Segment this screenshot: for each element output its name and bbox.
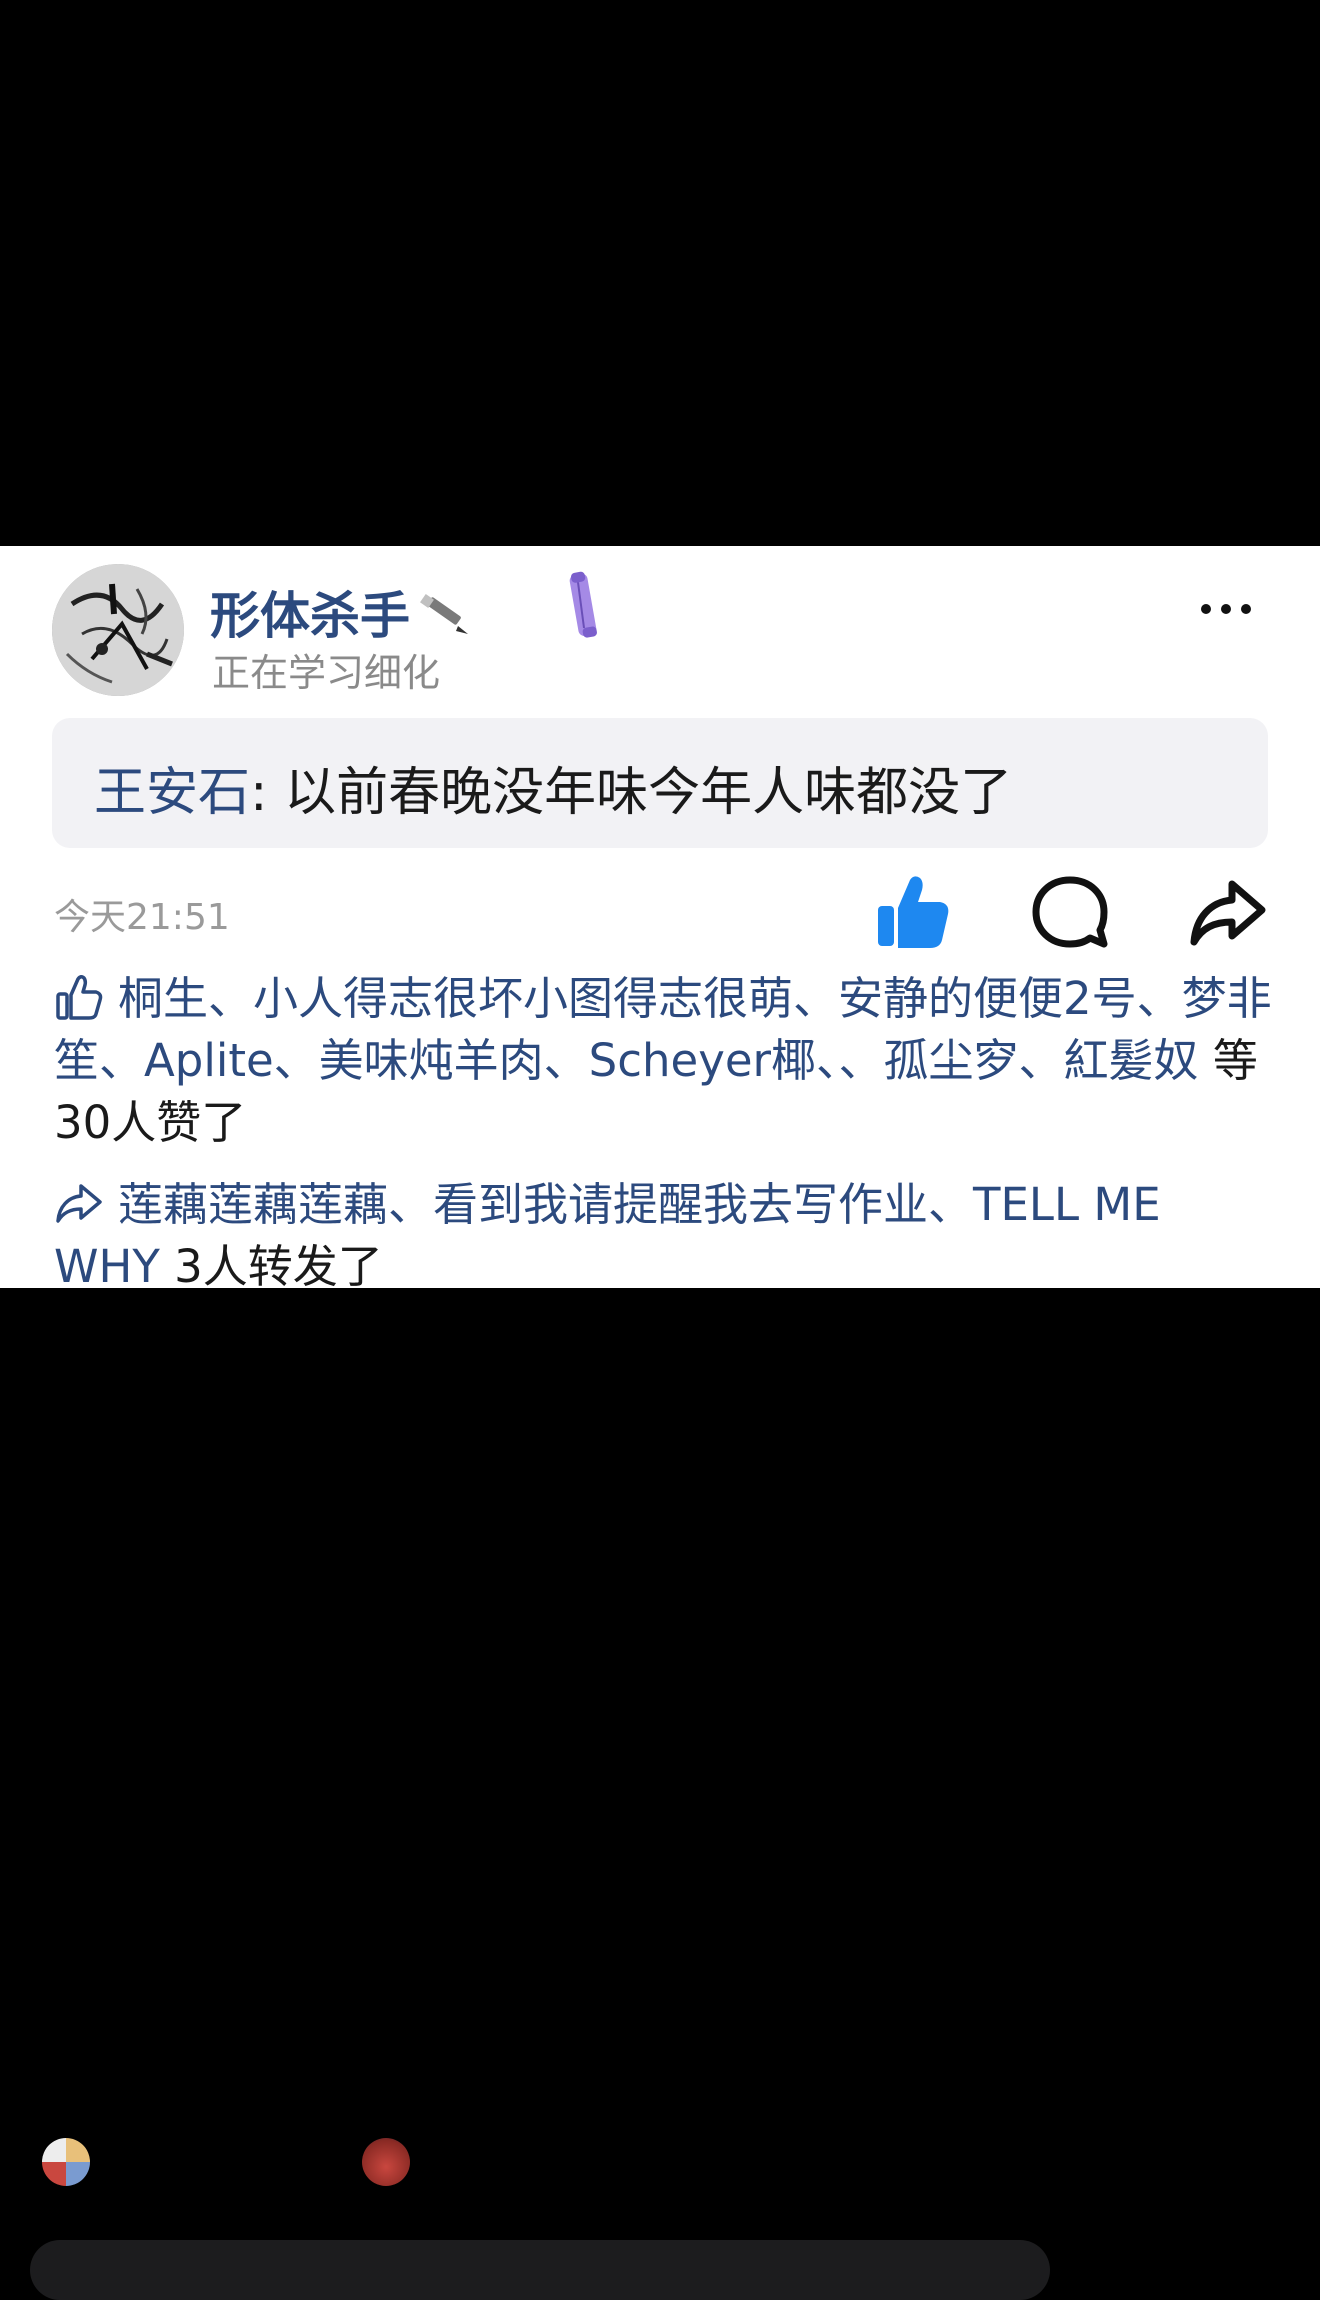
bottom-input-bar[interactable] (30, 2240, 1050, 2300)
share-button[interactable] (1186, 870, 1270, 954)
user-status: 正在学习细化 (212, 651, 441, 695)
post-time: 今天21:51 (54, 897, 230, 938)
comment-icon (1032, 876, 1108, 948)
reposts-list: 莲藕莲藕莲藕、看到我请提醒我去写作业、TELL ME WHY 3人转发了 (54, 1174, 1274, 1298)
quote-line: 王安石: 以前春晚没年味今年人味都没了 (94, 750, 1012, 825)
quote-text: 以前春晚没年味今年人味都没了 (284, 763, 1013, 823)
pencil-icon (420, 586, 472, 638)
purple-badge-icon[interactable] (562, 568, 602, 642)
username[interactable]: 形体杀手 (210, 576, 410, 648)
post-card: 形体杀手 正在学习细化 王安石: 以前春晚没年味今年人味都没了 今天21:51 (0, 546, 1320, 1293)
more-icon[interactable] (1196, 584, 1256, 634)
reposts-count[interactable]: 3人转发了 (174, 1240, 383, 1293)
like-button[interactable] (870, 870, 954, 954)
quote-separator: : (250, 763, 285, 823)
bottom-avatar-1[interactable] (42, 2138, 90, 2186)
quote-block[interactable]: 王安石: 以前春晚没年味今年人味都没了 (52, 718, 1268, 848)
avatar[interactable] (52, 564, 184, 696)
avatar-sketch (52, 564, 184, 696)
thumbs-up-icon (878, 876, 949, 948)
quote-author[interactable]: 王安石 (94, 763, 250, 823)
likes-names[interactable]: 桐生、小人得志很坏小图得志很萌、安静的便便2号、梦非笙、Aplite、美味炖羊肉… (54, 972, 1272, 1087)
share-outline-icon (54, 1178, 104, 1228)
comment-button[interactable] (1028, 870, 1112, 954)
share-icon (1190, 880, 1266, 946)
bottom-avatar-2[interactable] (362, 2138, 410, 2186)
likes-list: 桐生、小人得志很坏小图得志很萌、安静的便便2号、梦非笙、Aplite、美味炖羊肉… (54, 968, 1274, 1154)
thumbs-up-outline-icon (54, 972, 104, 1022)
